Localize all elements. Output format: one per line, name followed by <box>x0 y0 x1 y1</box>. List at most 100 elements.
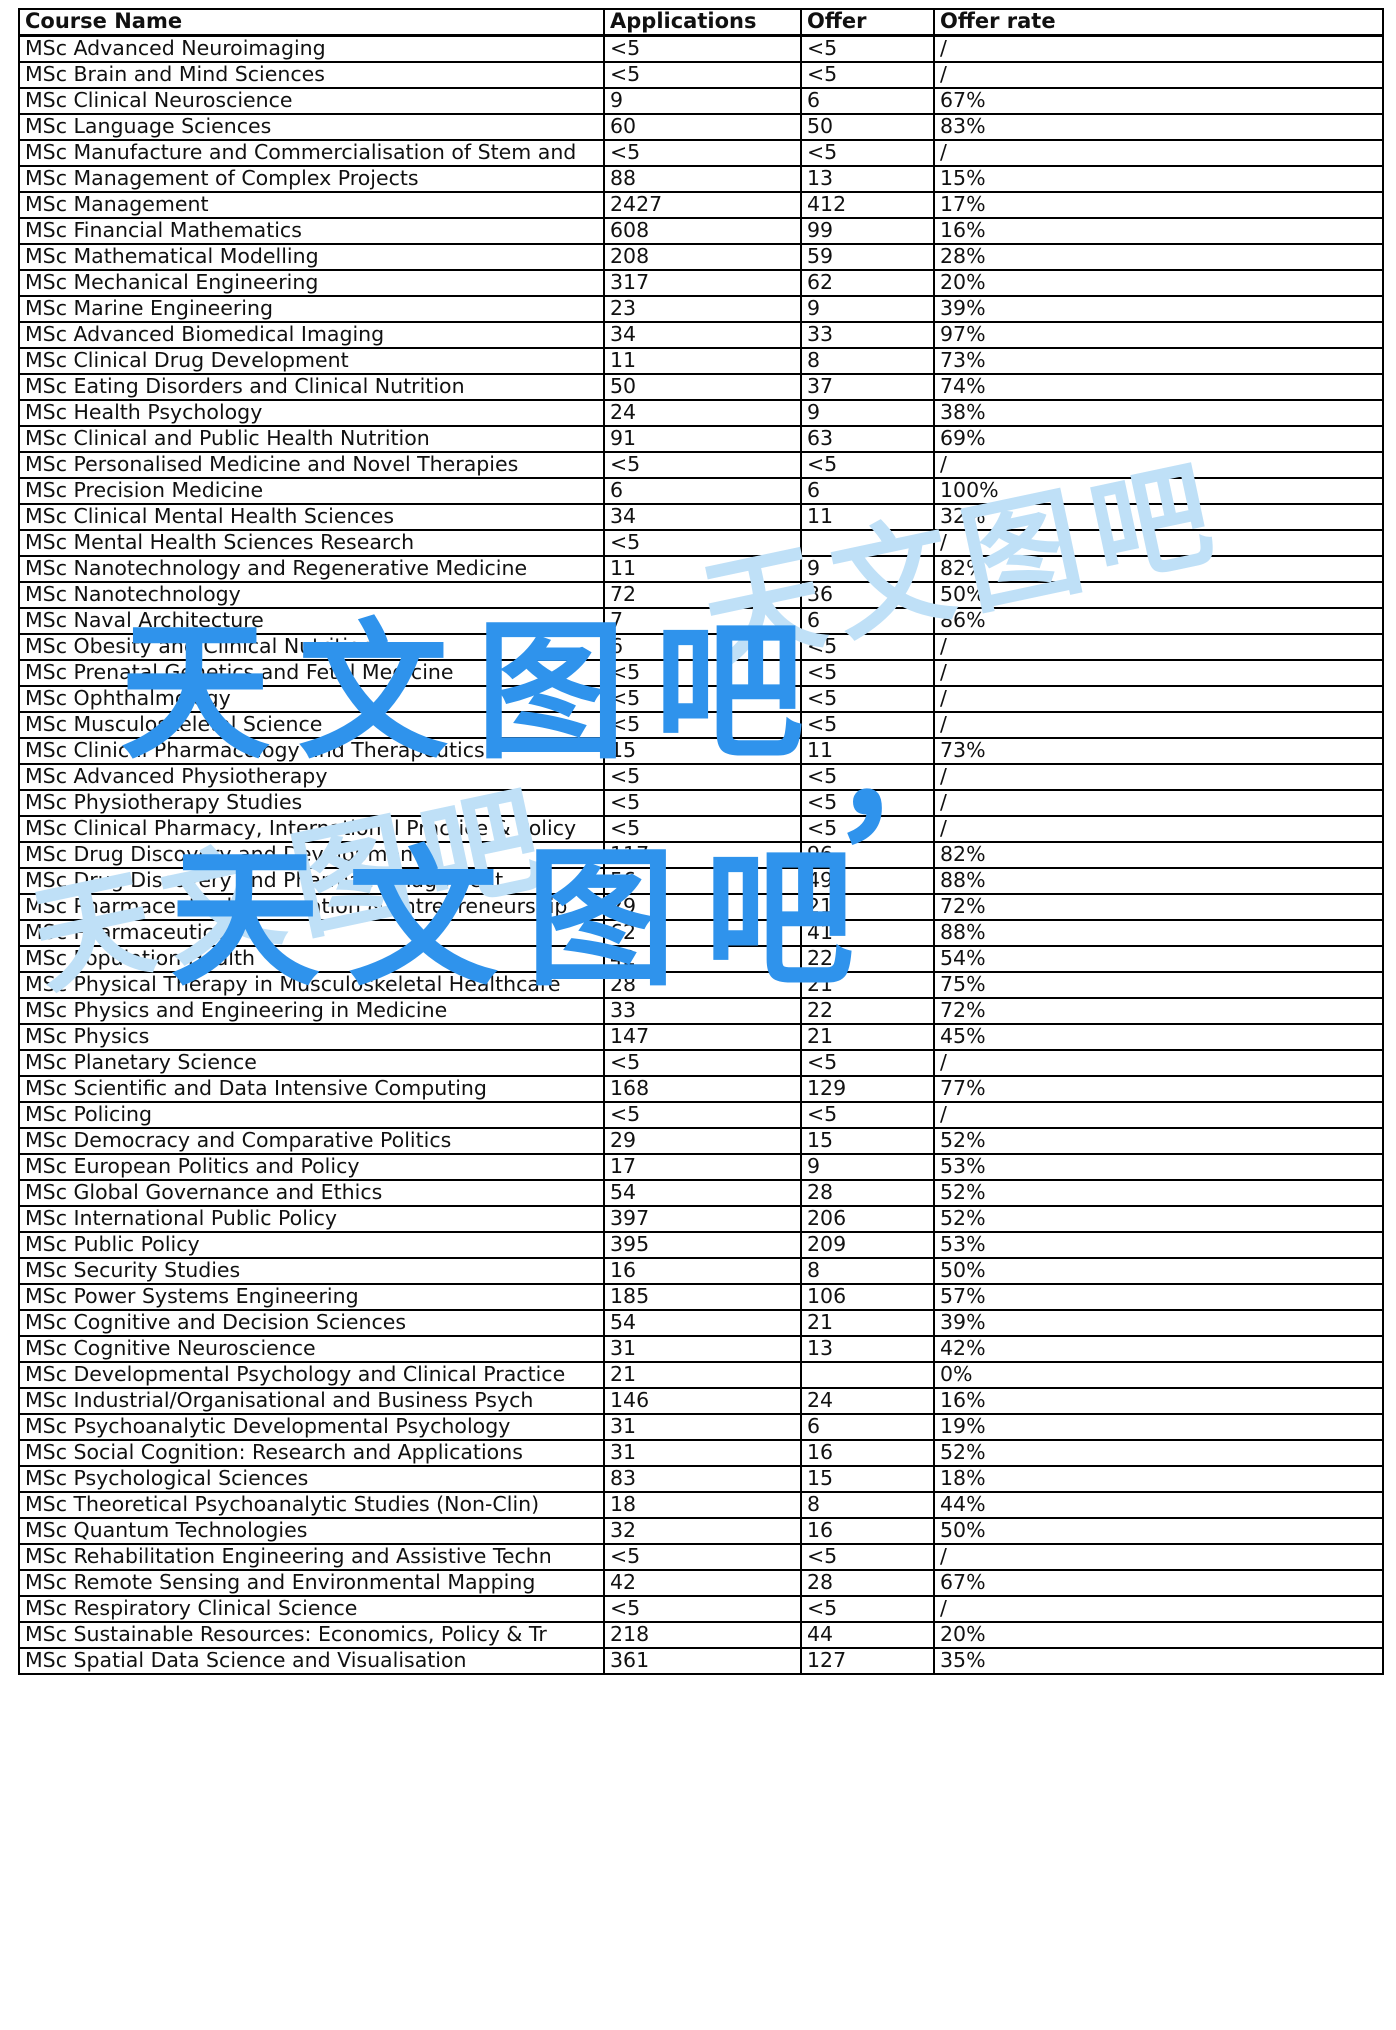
table-row[interactable]: MSc Mathematical Modelling 208 59 28% <box>18 243 1384 271</box>
table-row[interactable]: MSc Clinical Pharmacy, International Pra… <box>18 815 1384 843</box>
table-row[interactable]: MSc Musculoskeletal Science <5 <5/ <box>18 711 1384 739</box>
applications-cell: 15 <box>603 737 802 765</box>
offer-rate-cell: / <box>933 1049 1384 1077</box>
offer-rate-cell: 42% <box>933 1335 1384 1363</box>
table-row[interactable]: MSc Psychoanalytic Developmental Psychol… <box>18 1413 1384 1441</box>
table-row[interactable]: MSc Management of Complex Projects 88 13 15… <box>18 165 1384 193</box>
course-name-cell: MSc Sustainable Resources: Economics, Po… <box>18 1621 605 1649</box>
offer-rate-cell: / <box>933 633 1384 661</box>
table-row[interactable]: MSc Public Policy 395 209 53% <box>18 1231 1384 1259</box>
table-row[interactable]: MSc Pharmaceutics 62 41 88% <box>18 919 1384 947</box>
table-row[interactable]: MSc Brain and Mind Sciences <5 <5/ <box>18 61 1384 89</box>
applications-cell: 72 <box>603 581 802 609</box>
column-header-applications[interactable]: Applications <box>603 8 802 37</box>
table-row[interactable]: MSc Theoretical Psychoanalytic Studies (… <box>18 1491 1384 1519</box>
course-name-cell: MSc Global Governance and Ethics <box>18 1179 605 1207</box>
table-row[interactable]: MSc Advanced Physiotherapy <5 <5/ <box>18 763 1384 791</box>
table-row[interactable]: MSc Social Cognition: Research and Appli… <box>18 1439 1384 1467</box>
table-row[interactable]: MSc Physiotherapy Studies <5 <5/ <box>18 789 1384 817</box>
table-row[interactable]: MSc Nanotechnology and Regenerative Medi… <box>18 555 1384 583</box>
course-statistics-table-container: Course Name Applications Offer Offer rat… <box>18 8 1384 1675</box>
applications-cell: <5 <box>603 659 802 687</box>
table-row[interactable]: MSc Clinical Drug Development 11 8 73% <box>18 347 1384 375</box>
table-row[interactable]: MSc Mechanical Engineering 317 62 20% <box>18 269 1384 297</box>
table-row[interactable]: MSc Cognitive Neuroscience 31 13 42% <box>18 1335 1384 1363</box>
table-row[interactable]: MSc Psychological Sciences 83 15 18% <box>18 1465 1384 1493</box>
table-row[interactable]: MSc Physical Therapy in Musculoskeletal … <box>18 971 1384 999</box>
course-name-cell: MSc Language Sciences <box>18 113 605 141</box>
offer-cell: 22 <box>800 997 935 1025</box>
table-row[interactable]: MSc Marine Engineering 23 9 39% <box>18 295 1384 323</box>
table-row[interactable]: MSc Prenatal Genetics and Fetal Medicine… <box>18 659 1384 687</box>
offer-cell: 59 <box>800 243 935 271</box>
offer-cell: 8 <box>800 1257 935 1285</box>
offer-cell: 13 <box>800 1335 935 1363</box>
offer-cell: 129 <box>800 1075 935 1103</box>
table-row[interactable]: MSc Democracy and Comparative Politics 29… <box>18 1127 1384 1155</box>
table-row[interactable]: MSc Advanced Biomedical Imaging 34 33 97% <box>18 321 1384 349</box>
table-row[interactable]: MSc Personalised Medicine and Novel Ther… <box>18 451 1384 479</box>
table-row[interactable]: MSc Manufacture and Commercialisation of… <box>18 139 1384 167</box>
table-row[interactable]: MSc Population Health 42 22 54% <box>18 945 1384 973</box>
table-row[interactable]: MSc Policing <5 <5/ <box>18 1101 1384 1129</box>
table-row[interactable]: MSc Drug Discovery and Development 117 96 8… <box>18 841 1384 869</box>
table-row[interactable]: MSc European Politics and Policy 17 9 53% <box>18 1153 1384 1181</box>
table-row[interactable]: MSc Ophthalmology <5 <5/ <box>18 685 1384 713</box>
table-row[interactable]: MSc International Public Policy 397 206 52% <box>18 1205 1384 1233</box>
table-row[interactable]: MSc Clinical Neuroscience 9 6 67% <box>18 87 1384 115</box>
course-name-cell: MSc Brain and Mind Sciences <box>18 61 605 89</box>
applications-cell: 42 <box>603 945 802 973</box>
table-row[interactable]: MSc Eating Disorders and Clinical Nutrit… <box>18 373 1384 401</box>
applications-cell: 146 <box>603 1387 802 1415</box>
applications-cell: 18 <box>603 1491 802 1519</box>
table-row[interactable]: MSc Industrial/Organisational and Busine… <box>18 1387 1384 1415</box>
table-row[interactable]: MSc Mental Health Sciences Research <5 / <box>18 529 1384 557</box>
table-row[interactable]: MSc Respiratory Clinical Science <5 <5/ <box>18 1595 1384 1623</box>
table-row[interactable]: MSc Clinical and Public Health Nutrition… <box>18 425 1384 453</box>
table-row[interactable]: MSc Global Governance and Ethics 54 28 52% <box>18 1179 1384 1207</box>
offer-cell: <5 <box>800 1595 935 1623</box>
column-header-offer[interactable]: Offer <box>800 8 935 37</box>
table-row[interactable]: MSc Physics and Engineering in Medicine 3… <box>18 997 1384 1025</box>
applications-cell: <5 <box>603 529 802 557</box>
course-name-cell: MSc Nanotechnology and Regenerative Medi… <box>18 555 605 583</box>
offer-rate-cell: / <box>933 1101 1384 1129</box>
table-row[interactable]: MSc Advanced Neuroimaging <5 <5/ <box>18 34 1384 63</box>
table-row[interactable]: MSc Rehabilitation Engineering and Assis… <box>18 1543 1384 1571</box>
offer-rate-cell: 20% <box>933 269 1384 297</box>
column-header-course-name[interactable]: Course Name <box>18 8 605 37</box>
offer-rate-cell: 16% <box>933 1387 1384 1415</box>
course-name-cell: MSc Management of Complex Projects <box>18 165 605 193</box>
offer-cell: <5 <box>800 789 935 817</box>
table-row[interactable]: MSc Pharmaceutical Formulation & Entrepr… <box>18 893 1384 921</box>
table-row[interactable]: MSc Clinical Pharmacology and Therapeuti… <box>18 737 1384 765</box>
table-row[interactable]: MSc Financial Mathematics 608 99 16% <box>18 217 1384 245</box>
table-row[interactable]: MSc Physics 147 21 45% <box>18 1023 1384 1051</box>
column-header-offer-rate[interactable]: Offer rate <box>933 8 1384 37</box>
applications-cell: 6 <box>603 633 802 661</box>
table-row[interactable]: MSc Nanotechnology 72 36 50% <box>18 581 1384 609</box>
table-row[interactable]: MSc Remote Sensing and Environmental Map… <box>18 1569 1384 1597</box>
table-row[interactable]: MSc Obesity and Clinical Nutrition 6 <5/ <box>18 633 1384 661</box>
course-name-cell: MSc Rehabilitation Engineering and Assis… <box>18 1543 605 1571</box>
table-row[interactable]: MSc Precision Medicine 6 6 100% <box>18 477 1384 505</box>
table-row[interactable]: MSc Language Sciences 60 50 83% <box>18 113 1384 141</box>
table-row[interactable]: MSc Scientific and Data Intensive Comput… <box>18 1075 1384 1103</box>
table-row[interactable]: MSc Developmental Psychology and Clinica… <box>18 1361 1384 1389</box>
table-row[interactable]: MSc Quantum Technologies 32 16 50% <box>18 1517 1384 1545</box>
table-row[interactable]: MSc Naval Architecture 7 6 86% <box>18 607 1384 635</box>
table-row[interactable]: MSc Sustainable Resources: Economics, Po… <box>18 1621 1384 1649</box>
table-row[interactable]: MSc Clinical Mental Health Sciences 34 11 3… <box>18 503 1384 531</box>
applications-cell: 50 <box>603 373 802 401</box>
table-row[interactable]: MSc Management 2427 412 17% <box>18 191 1384 219</box>
table-row[interactable]: MSc Power Systems Engineering 185 106 57% <box>18 1283 1384 1311</box>
table-row[interactable]: MSc Drug Discovery and Pharma Management… <box>18 867 1384 895</box>
table-row[interactable]: MSc Spatial Data Science and Visualisati… <box>18 1647 1384 1675</box>
table-row[interactable]: MSc Planetary Science <5 <5/ <box>18 1049 1384 1077</box>
table-body: MSc Advanced Neuroimaging <5 <5/MSc Brain … <box>18 34 1384 1675</box>
table-row[interactable]: MSc Cognitive and Decision Sciences 54 21 3… <box>18 1309 1384 1337</box>
table-row[interactable]: MSc Health Psychology 24 9 38% <box>18 399 1384 427</box>
course-name-cell: MSc Clinical Pharmacology and Therapeuti… <box>18 737 605 765</box>
table-row[interactable]: MSc Security Studies 16 8 50% <box>18 1257 1384 1285</box>
course-name-cell: MSc Advanced Neuroimaging <box>18 34 605 63</box>
